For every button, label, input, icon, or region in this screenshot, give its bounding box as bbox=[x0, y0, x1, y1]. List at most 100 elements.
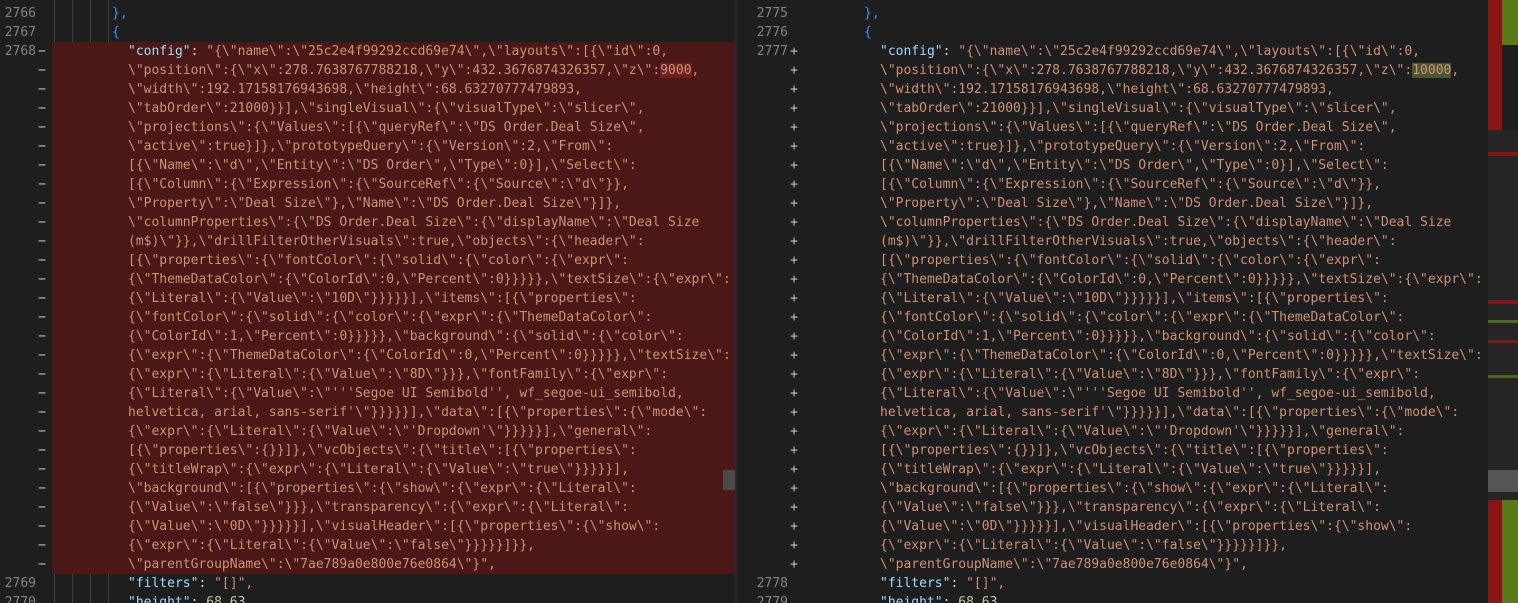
added-marker: + bbox=[790, 386, 798, 401]
added-marker: + bbox=[790, 120, 798, 135]
code-line: + {\"expr\":{\"Literal\":{\"Value\":\"8D\… bbox=[752, 365, 1488, 384]
code-text: \"active\":true}]},\"prototypeQuery\":{\… bbox=[880, 137, 1365, 156]
config-string: {\"Literal\":{\"Value\":\"'''Segoe UI Se… bbox=[880, 386, 1436, 401]
code-line: + {\"expr\":{\"Literal\":{\"Value\":\"'Dr… bbox=[752, 422, 1488, 441]
removed-marker: − bbox=[38, 462, 46, 477]
config-string: {\"Value\":\"0D\"}}}}}],\"visualHeader\"… bbox=[128, 519, 661, 534]
filters-value: "[]", bbox=[966, 576, 1006, 591]
code-text: \"Property\":\"Deal Size\"},\"Name\":\"D… bbox=[128, 194, 621, 213]
removed-marker: − bbox=[38, 557, 46, 572]
code-text: "filters": "[]", bbox=[880, 574, 1005, 593]
config-string: (m$)\"}},\"drillFilterOtherVisuals\":tru… bbox=[128, 234, 645, 249]
changed-z-value: 9000 bbox=[660, 63, 692, 78]
removed-marker: − bbox=[38, 82, 46, 97]
line-number: 2767 bbox=[4, 25, 36, 40]
code-line: 2777 + "config": "{\"name\":\"25c2e4f99292… bbox=[752, 42, 1488, 61]
code-text: \"width\":192.17158176943698,\"height\":… bbox=[128, 80, 582, 99]
code-text: [{\"Column\":{\"Expression\":{\"SourceRe… bbox=[880, 175, 1381, 194]
code-line: 2779 "height": 68.63, bbox=[752, 593, 1488, 603]
code-text: {\"ColorId\":1,\"Percent\":0}}}}},\"back… bbox=[880, 327, 1436, 346]
added-marker: + bbox=[790, 367, 798, 382]
config-string: [{\"properties\":{}}]},\"vcObjects\":{\"… bbox=[128, 443, 637, 458]
code-line: − {\"ColorId\":1,\"Percent\":0}}}}},\"bac… bbox=[0, 327, 735, 346]
code-text: \"background\":[{\"properties\":{\"show\… bbox=[128, 479, 637, 498]
config-string: \"background\":[{\"properties\":{\"show\… bbox=[880, 481, 1389, 496]
code-text: "height": 68.63, bbox=[128, 593, 253, 603]
filters-key: "filters" bbox=[880, 576, 951, 591]
code-text: \"columnProperties\":{\"DS Order.Deal Si… bbox=[880, 213, 1451, 232]
config-string: , bbox=[691, 63, 700, 78]
code-text: [{\"properties\":{}}]},\"vcObjects\":{\"… bbox=[880, 441, 1389, 460]
code-text: \"parentGroupName\":\"7ae789a0e800e76e08… bbox=[128, 555, 496, 574]
overview-viewport[interactable] bbox=[1488, 470, 1518, 492]
code-text: [{\"properties\":{}}]},\"vcObjects\":{\"… bbox=[128, 441, 637, 460]
code-line: + helvetica, arial, sans-serif'\"}}}}}],\… bbox=[752, 403, 1488, 422]
code-text: {\"titleWrap\":{\"expr\":{\"Literal\":{\… bbox=[128, 460, 629, 479]
added-marker: + bbox=[790, 101, 798, 116]
config-string: \"width\":192.17158176943698,\"height\":… bbox=[128, 82, 582, 97]
code-text: { bbox=[864, 23, 872, 42]
added-marker: + bbox=[790, 253, 798, 268]
code-line: − {\"expr\":{\"Literal\":{\"Value\":\"fal… bbox=[0, 536, 735, 555]
open-brace: { bbox=[864, 25, 872, 40]
code-line: + (m$)\"}},\"drillFilterOtherVisuals\":tr… bbox=[752, 232, 1488, 251]
code-line: − \"projections\":{\"Values\":[{\"queryRe… bbox=[0, 118, 735, 137]
code-text: }, bbox=[864, 4, 880, 23]
line-number: 2775 bbox=[756, 6, 788, 21]
config-string: {\"expr\":{\"Literal\":{\"Value\":\"'Dro… bbox=[128, 424, 653, 439]
code-line: 2770 "height": 68.63, bbox=[0, 593, 735, 603]
code-line: − {\"ThemeDataColor\":{\"ColorId\":0,\"Pe… bbox=[0, 270, 735, 289]
code-text: \"background\":[{\"properties\":{\"show\… bbox=[880, 479, 1389, 498]
code-text: \"position\":{\"x\":278.7638767788218,\"… bbox=[128, 61, 699, 80]
code-line: 2766}, bbox=[0, 4, 735, 23]
line-number: 2776 bbox=[756, 25, 788, 40]
config-string: [{\"properties\":{\"fontColor\":{\"solid… bbox=[128, 253, 629, 268]
pane-divider[interactable] bbox=[735, 0, 737, 603]
removed-marker: − bbox=[38, 272, 46, 287]
diff-overview-ruler[interactable] bbox=[1488, 0, 1518, 603]
overview-added-mark bbox=[1502, 0, 1518, 45]
removed-marker: − bbox=[38, 481, 46, 496]
code-line: 2776 { bbox=[752, 23, 1488, 42]
config-string: {\"Value\":\"false\"}}},\"transparency\"… bbox=[128, 500, 629, 515]
config-string: [{\"Column\":{\"Expression\":{\"SourceRe… bbox=[128, 177, 629, 192]
code-line: − \"active\":true}]},\"prototypeQuery\":{… bbox=[0, 137, 735, 156]
config-string: {\"expr\":{\"Literal\":{\"Value\":\"8D\"… bbox=[128, 367, 669, 382]
removed-marker: − bbox=[38, 310, 46, 325]
code-text: {\"Literal\":{\"Value\":\"'''Segoe UI Se… bbox=[880, 384, 1436, 403]
closing-brace: }, bbox=[112, 6, 128, 21]
code-line: + [{\"properties\":{}}]},\"vcObjects\":{\… bbox=[752, 441, 1488, 460]
code-line: + {\"ColorId\":1,\"Percent\":0}}}}},\"bac… bbox=[752, 327, 1488, 346]
overview-added-mark bbox=[1502, 500, 1518, 603]
code-line: − \"Property\":\"Deal Size\"},\"Name\":\"… bbox=[0, 194, 735, 213]
code-line: 2778 "filters": "[]", bbox=[752, 574, 1488, 593]
original-pane[interactable]: 2766}, 2767{2768− "config": "{\"name\":\"2… bbox=[0, 0, 737, 603]
modified-pane[interactable]: 2775}, 2776 {2777 + "config": "{\"name\":\"2… bbox=[737, 0, 1488, 603]
overview-removed-mark bbox=[1488, 500, 1502, 603]
removed-marker: − bbox=[38, 63, 46, 78]
config-string: (m$)\"}},\"drillFilterOtherVisuals\":tru… bbox=[880, 234, 1397, 249]
added-marker: + bbox=[790, 538, 798, 553]
height-value: 68.63, bbox=[958, 595, 1006, 603]
code-line: − \"parentGroupName\":\"7ae789a0e800e76e0… bbox=[0, 555, 735, 574]
code-line: − helvetica, arial, sans-serif'\"}}}}}],\… bbox=[0, 403, 735, 422]
config-string: \"parentGroupName\":\"7ae789a0e800e76e08… bbox=[880, 557, 1248, 572]
added-marker: + bbox=[790, 500, 798, 515]
code-text: (m$)\"}},\"drillFilterOtherVisuals\":tru… bbox=[128, 232, 645, 251]
config-string: \"Property\":\"Deal Size\"},\"Name\":\"D… bbox=[880, 196, 1374, 211]
added-marker: + bbox=[790, 519, 798, 534]
config-string: \"active\":true}]},\"prototypeQuery\":{\… bbox=[128, 139, 614, 154]
code-text: {\"expr\":{\"Literal\":{\"Value\":\"8D\"… bbox=[880, 365, 1420, 384]
code-line: − \"background\":[{\"properties\":{\"show… bbox=[0, 479, 735, 498]
scrollbar-thumb[interactable] bbox=[723, 470, 735, 490]
code-line: − \"width\":192.17158176943698,\"height\"… bbox=[0, 80, 735, 99]
line-number: 2766 bbox=[4, 6, 36, 21]
code-line: − {\"Value\":\"0D\"}}}}}],\"visualHeader\… bbox=[0, 517, 735, 536]
line-number: 2779 bbox=[756, 595, 788, 603]
filters-key: "filters" bbox=[128, 576, 199, 591]
code-text: "filters": "[]", bbox=[128, 574, 253, 593]
code-line: − [{\"properties\":{}}]},\"vcObjects\":{\… bbox=[0, 441, 735, 460]
code-text: {\"ThemeDataColor\":{\"ColorId\":0,\"Per… bbox=[880, 270, 1483, 289]
diff-editor: 2766}, 2767{2768− "config": "{\"name\":\"2… bbox=[0, 0, 1518, 603]
code-line: + \"position\":{\"x\":278.7638767788218,\… bbox=[752, 61, 1488, 80]
